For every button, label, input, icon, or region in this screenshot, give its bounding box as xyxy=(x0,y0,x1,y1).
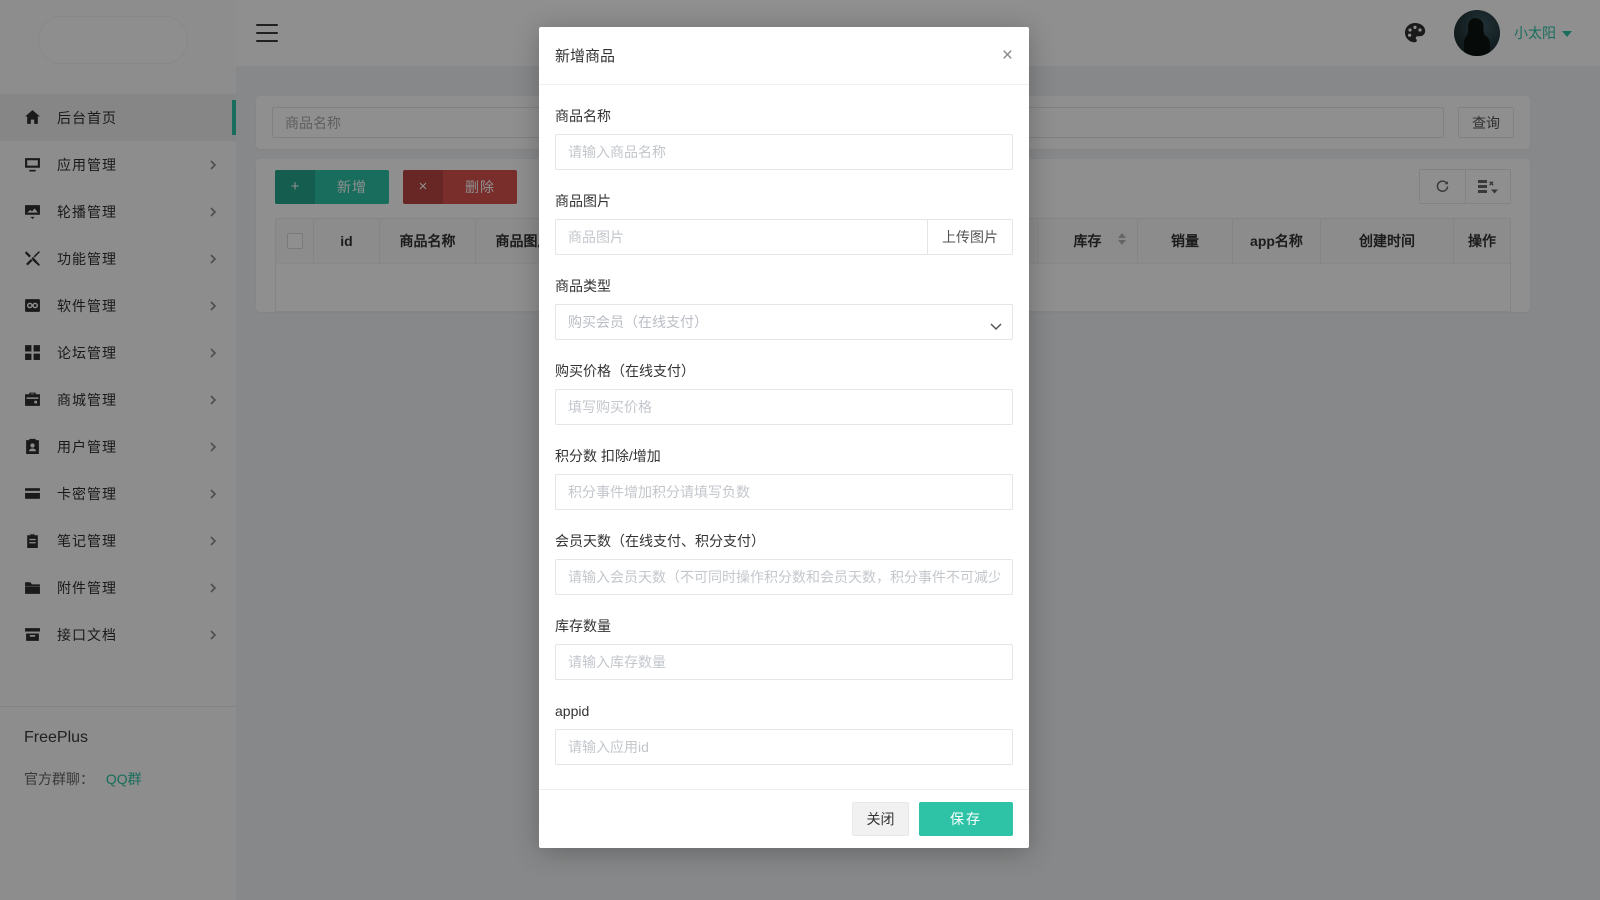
product-name-input[interactable] xyxy=(555,134,1013,170)
field-member-days: 会员天数（在线支付、积分支付） xyxy=(555,531,1013,595)
field-appid: appid xyxy=(555,701,1013,765)
field-label: 商品图片 xyxy=(555,191,1013,211)
field-points: 积分数 扣除/增加 xyxy=(555,446,1013,510)
modal-title: 新增商品 xyxy=(555,45,615,66)
field-label: 购买价格（在线支付） xyxy=(555,361,1013,381)
add-product-modal: 新增商品 × 商品名称 商品图片 上传图片 商品类型 购买会员（在线支付） xyxy=(539,27,1029,848)
purchase-price-input[interactable] xyxy=(555,389,1013,425)
chevron-down-icon xyxy=(990,318,1002,336)
stock-input[interactable] xyxy=(555,644,1013,680)
field-label: 库存数量 xyxy=(555,616,1013,636)
field-label: 积分数 扣除/增加 xyxy=(555,446,1013,466)
appid-input[interactable] xyxy=(555,729,1013,765)
points-input[interactable] xyxy=(555,474,1013,510)
field-label: 商品名称 xyxy=(555,106,1013,126)
field-product-type: 商品类型 购买会员（在线支付） xyxy=(555,276,1013,340)
field-label: 商品类型 xyxy=(555,276,1013,296)
product-type-select[interactable]: 购买会员（在线支付） xyxy=(555,304,1013,340)
member-days-input[interactable] xyxy=(555,559,1013,595)
field-product-name: 商品名称 xyxy=(555,106,1013,170)
field-label: appid xyxy=(555,701,1013,721)
modal-save-button[interactable]: 保存 xyxy=(919,802,1013,836)
field-purchase-price: 购买价格（在线支付） xyxy=(555,361,1013,425)
field-label: 会员天数（在线支付、积分支付） xyxy=(555,531,1013,551)
field-product-image: 商品图片 上传图片 xyxy=(555,191,1013,255)
modal-close-button[interactable]: 关闭 xyxy=(852,802,909,836)
field-stock: 库存数量 xyxy=(555,616,1013,680)
product-image-input[interactable] xyxy=(555,219,927,255)
upload-image-button[interactable]: 上传图片 xyxy=(927,219,1013,255)
close-icon[interactable]: × xyxy=(1002,46,1013,65)
